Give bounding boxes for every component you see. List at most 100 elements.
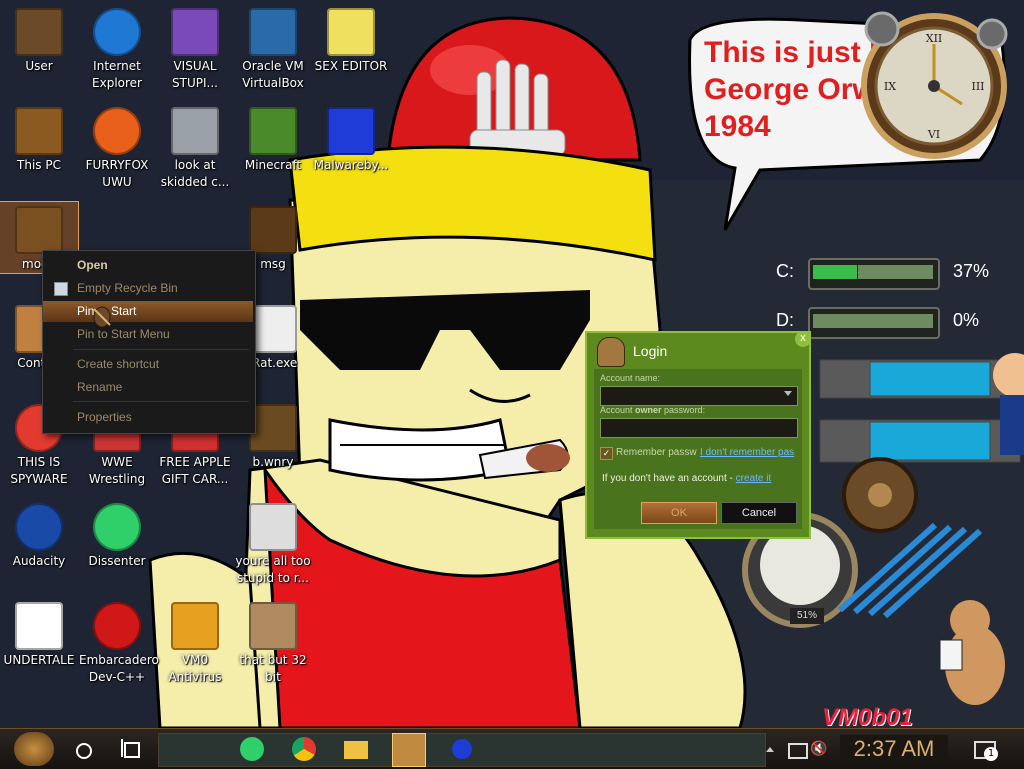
remember-checkbox[interactable]: ✓ [600, 447, 613, 460]
menu-properties[interactable]: Properties [43, 407, 253, 428]
malwarebytes-icon [327, 107, 375, 155]
menu-pin-to-start-menu[interactable]: Pin to Start Menu [43, 324, 253, 345]
svg-text:VI: VI [927, 128, 940, 141]
firefox-icon [93, 107, 141, 155]
that-but-32-bit-icon [249, 602, 297, 650]
drive-c-percent: 37% [953, 261, 990, 281]
volume-muted-icon[interactable]: 🔇 [810, 733, 834, 765]
account-name-field[interactable] [600, 386, 798, 406]
cancel-button[interactable]: Cancel [721, 502, 797, 524]
desktop-icon-label: Internet Explorer [92, 59, 142, 90]
mouse-cursor-icon [93, 306, 111, 328]
forgot-password-link[interactable]: I don't remember pas [700, 447, 794, 458]
svg-text:III: III [971, 80, 984, 93]
audacity-icon [15, 503, 63, 551]
account-name-label: Account name: [600, 373, 661, 383]
desktop-icon-label: VM0 Antivirus [168, 653, 222, 684]
network-icon[interactable] [786, 733, 808, 765]
desktop-icon-label: WWE Wrestling [88, 455, 146, 486]
password-label-owner: owner [635, 405, 662, 415]
hex-editor-icon [327, 8, 375, 56]
desktop-icon-label: Embarcadero Dev-C++ [79, 653, 159, 684]
desktop-icon[interactable]: User [0, 4, 78, 75]
desktop-icon[interactable]: UNDERTALE [0, 598, 78, 669]
tray-chevron-icon[interactable] [766, 733, 780, 765]
taskbar-malwarebytes-icon[interactable] [446, 733, 478, 765]
desktop-icon[interactable]: youre all too stupid to r... [234, 499, 312, 587]
taskbar-folder-icon[interactable] [340, 733, 372, 765]
desktop-icon-label: SEX EDITOR [314, 59, 388, 73]
desktop-icon-label: look at skidded c... [160, 158, 230, 189]
menu-empty-recycle-bin[interactable]: Empty Recycle Bin [43, 278, 253, 299]
notification-icon[interactable]: 1 [968, 733, 1000, 765]
menu-separator-2 [73, 401, 249, 402]
drive-d-bar [808, 307, 940, 339]
start-button[interactable] [14, 732, 54, 766]
desktop-icon-label: VISUAL STUPI... [172, 59, 218, 90]
login-form: Account name: Account owner password: ✓ … [594, 369, 802, 529]
desktop-icon[interactable]: Internet Explorer [78, 4, 156, 92]
menu-open[interactable]: Open [43, 255, 253, 276]
drive-c-label: C: [776, 261, 794, 281]
desktop-icon-label: that but 32 bit [239, 653, 307, 684]
password-field[interactable] [600, 418, 798, 438]
bwnry-icon [249, 404, 297, 452]
jrat-icon [249, 305, 297, 353]
drive-meter-c: C: 37% [740, 258, 1024, 290]
password-label: Account owner password: [600, 405, 705, 415]
desktop-icon-label: b.wnry [252, 455, 294, 469]
virtualbox-icon [249, 8, 297, 56]
desktop-icon-label: youre all too stupid to r... [235, 554, 311, 585]
svg-text:IX: IX [884, 80, 896, 93]
vm0-antivirus-icon [171, 602, 219, 650]
desktop-icon[interactable]: VISUAL STUPI... [156, 4, 234, 92]
desktop-icon[interactable]: Oracle VM VirtualBox [234, 4, 312, 92]
look-at-skidded-icon [171, 107, 219, 155]
search-circle-icon[interactable] [66, 733, 98, 765]
desktop-icon[interactable]: Dissenter [78, 499, 156, 570]
menu-create-shortcut[interactable]: Create shortcut [43, 354, 253, 375]
desktop-icon-label: Minecraft [244, 158, 302, 172]
moon-icon [15, 206, 63, 254]
ok-button[interactable]: OK [641, 502, 717, 524]
login-app-icon [597, 337, 625, 367]
desktop-icon-label: Malwareby... [313, 158, 389, 172]
dissenter-icon [93, 503, 141, 551]
no-account-label: If you don't have an account - [602, 473, 736, 484]
desktop-icon[interactable]: FURRYFOX UWU [78, 103, 156, 191]
taskbar-app-icon[interactable] [392, 733, 426, 767]
desktop-icon-label: Audacity [12, 554, 66, 568]
undertale-icon [15, 602, 63, 650]
taskbar-chrome-icon[interactable] [288, 733, 320, 765]
desktop-icon[interactable]: that but 32 bit [234, 598, 312, 686]
task-view-icon[interactable] [115, 733, 147, 765]
user-icon [15, 8, 63, 56]
internet-explorer-icon [93, 8, 141, 56]
desktop-icon[interactable]: look at skidded c... [156, 103, 234, 191]
menu-pin-to-start[interactable]: Pin to Start [43, 301, 253, 322]
context-menu: Open Empty Recycle Bin Pin to Start Pin … [42, 250, 256, 434]
msg-icon [249, 206, 297, 254]
youre-all-too-stupid-icon [249, 503, 297, 551]
chevron-down-icon[interactable] [784, 391, 792, 396]
taskbar: 🔇 2:37 AM 1 [0, 728, 1024, 769]
desktop-icon[interactable]: Malwareby... [312, 103, 390, 174]
clock-time[interactable]: 2:37 AM [840, 735, 948, 763]
login-close-button[interactable]: x [795, 331, 811, 347]
svg-text:XII: XII [926, 32, 943, 45]
menu-rename[interactable]: Rename [43, 377, 253, 398]
desktop-icon[interactable]: Minecraft [234, 103, 312, 174]
create-account-link[interactable]: create it [736, 473, 772, 484]
desktop-icon[interactable]: This PC [0, 103, 78, 174]
desktop-icon[interactable]: SEX EDITOR [312, 4, 390, 75]
desktop-icon[interactable]: VM0 Antivirus [156, 598, 234, 686]
taskbar-dissenter-icon[interactable] [236, 733, 268, 765]
desktop-icon-label: Oracle VM VirtualBox [242, 59, 304, 90]
desktop-icon-label: Dissenter [88, 554, 146, 568]
gauge-readout: 51% [790, 608, 824, 624]
desktop-icon[interactable]: Embarcadero Dev-C++ [78, 598, 159, 686]
password-label-pre: Account [600, 405, 636, 415]
notification-count: 1 [984, 747, 998, 761]
desktop-icon[interactable]: Audacity [0, 499, 78, 570]
clock-gadget[interactable]: XII III VI IX [852, 4, 1016, 160]
